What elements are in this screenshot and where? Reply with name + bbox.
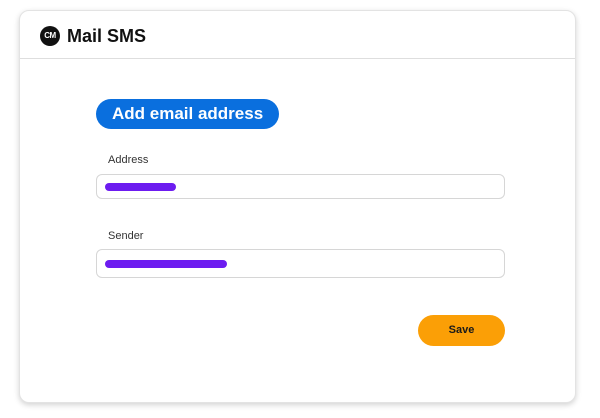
page-heading: Add email address — [96, 99, 280, 129]
mail-sms-card: CM Mail SMS Add email address Address Se… — [19, 10, 576, 403]
sender-label: Sender — [108, 230, 144, 242]
redacted-value — [105, 183, 176, 191]
app-title: Mail SMS — [67, 26, 147, 46]
sender-input[interactable] — [96, 249, 505, 278]
address-label: Address — [108, 154, 149, 166]
save-button[interactable]: Save — [418, 315, 505, 346]
cm-logo-icon: CM — [40, 26, 60, 46]
address-input[interactable] — [96, 174, 505, 199]
redacted-value — [105, 260, 227, 268]
app-header: CM Mail SMS — [20, 11, 575, 59]
